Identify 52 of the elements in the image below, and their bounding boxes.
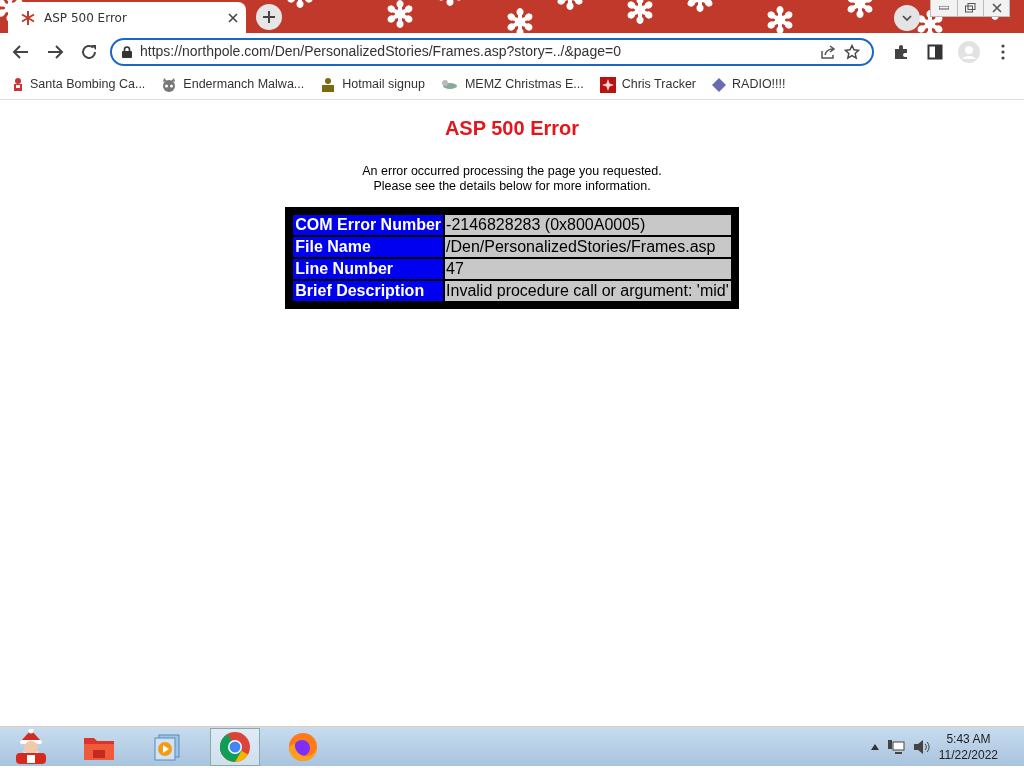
close-icon[interactable] xyxy=(228,12,238,23)
network-icon[interactable] xyxy=(886,738,905,755)
clock[interactable]: 5:43 AM 11/22/2022 xyxy=(938,730,998,763)
firefox-icon xyxy=(287,730,319,763)
browser-tab[interactable]: ASP 500 Error xyxy=(8,2,246,33)
reload-icon xyxy=(80,42,98,61)
share-icon[interactable] xyxy=(820,43,836,60)
caret-icon xyxy=(902,15,912,21)
bookmark[interactable]: Endermanch Malwa... xyxy=(161,75,305,94)
tab-search-button[interactable] xyxy=(894,5,920,31)
taskbar-app[interactable] xyxy=(210,727,260,766)
row-value: -2146828283 (0x800A0005) xyxy=(445,215,731,235)
bookmark[interactable]: Chris Tracker xyxy=(599,75,697,94)
restore-icon xyxy=(965,3,976,13)
message-text: An error occurred processing the page you requested. xyxy=(361,164,663,179)
bookmark[interactable]: RADIO!!!! xyxy=(712,75,786,94)
chrome-icon xyxy=(219,730,251,763)
media-player-icon xyxy=(153,732,181,761)
error-title: ASP 500 Error xyxy=(443,116,581,140)
menu-icon xyxy=(1001,43,1005,60)
lock-icon xyxy=(122,45,132,58)
new-tab-button[interactable] xyxy=(256,4,282,30)
plus-icon xyxy=(263,11,275,23)
puzzle-icon xyxy=(893,43,909,60)
address-bar[interactable]: https://northpole.com/Den/PersonalizedStories/Frames.asp?story=../&page=0 xyxy=(110,37,874,66)
bookmark[interactable]: Santa Bombing Ca... xyxy=(12,75,146,94)
row-value: 47 xyxy=(445,259,731,279)
row-label: Line Number xyxy=(293,259,444,279)
figure-icon xyxy=(12,76,24,93)
url-text: https://northpole.com/Den/PersonalizedStories/Frames.asp?story=../&page=0 xyxy=(140,42,622,61)
row-value: Invalid procedure call or argument: 'mid' xyxy=(445,281,731,301)
row-label: File Name xyxy=(293,237,444,257)
snowflake-icon xyxy=(20,9,36,26)
diamond-icon xyxy=(712,77,727,92)
message-text: Please see the details below for more information. xyxy=(372,179,652,194)
row-value: /Den/PersonalizedStories/Frames.asp xyxy=(445,237,731,257)
avatar-icon xyxy=(958,40,980,63)
close-icon xyxy=(991,3,1002,13)
creature-icon xyxy=(161,77,178,92)
star-icon[interactable] xyxy=(844,43,860,60)
tray-expand-icon[interactable] xyxy=(870,743,879,750)
sparkle-icon xyxy=(599,76,616,93)
forward-arrow-icon xyxy=(46,42,64,61)
row-label: Brief Description xyxy=(293,281,444,301)
side-panel-icon xyxy=(927,43,943,60)
tab-title: ASP 500 Error xyxy=(44,9,128,27)
speaker-icon[interactable] xyxy=(912,738,931,755)
bookmark[interactable]: MEMZ Christmas E... xyxy=(440,75,584,94)
row-label: COM Error Number xyxy=(293,215,444,235)
back-arrow-icon xyxy=(12,42,30,61)
bookmark[interactable]: Hotmail signup xyxy=(320,75,425,94)
minimize-icon xyxy=(939,6,949,10)
